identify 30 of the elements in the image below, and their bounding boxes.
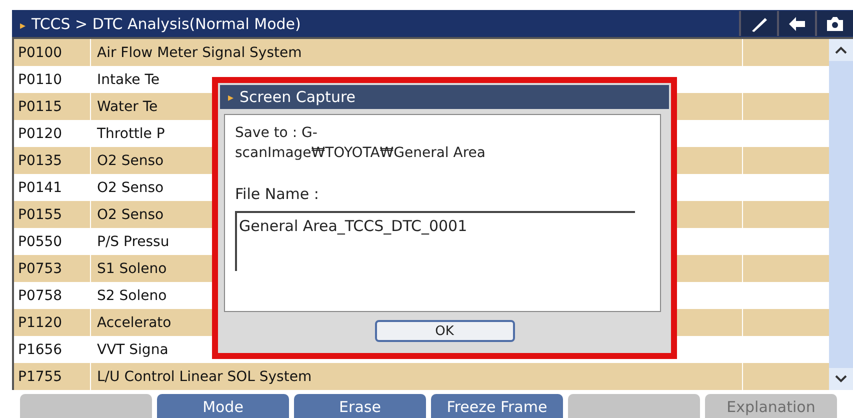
back-button[interactable] bbox=[777, 11, 815, 36]
camera-button[interactable] bbox=[815, 11, 853, 36]
table-row[interactable]: P0100 Air Flow Meter Signal System bbox=[14, 39, 829, 66]
scroll-up-button[interactable] bbox=[829, 39, 853, 61]
table-row[interactable]: P1755 L/U Control Linear SOL System bbox=[14, 363, 829, 390]
chevron-up-icon bbox=[835, 46, 847, 54]
screen-title: TCCS > DTC Analysis(Normal Mode) bbox=[32, 14, 301, 32]
scrollbar[interactable] bbox=[829, 39, 853, 390]
dtc-code: P1755 bbox=[14, 363, 91, 390]
dtc-code: P0753 bbox=[14, 255, 91, 282]
dtc-code: P0115 bbox=[14, 93, 91, 120]
dtc-description: Air Flow Meter Signal System bbox=[91, 39, 743, 66]
toolbar-button[interactable]: Erase bbox=[294, 394, 426, 418]
scroll-down-button[interactable] bbox=[829, 368, 853, 390]
dtc-description: L/U Control Linear SOL System bbox=[91, 363, 743, 390]
dtc-code: P0155 bbox=[14, 201, 91, 228]
ok-button[interactable]: OK bbox=[374, 320, 514, 342]
file-name-label: File Name : bbox=[235, 185, 320, 203]
pen-button[interactable] bbox=[739, 11, 777, 36]
marker-icon: ▸ bbox=[228, 90, 234, 104]
dtc-code: P1120 bbox=[14, 309, 91, 336]
chevron-down-icon bbox=[835, 375, 847, 383]
marker-icon: ▸ bbox=[20, 18, 26, 32]
toolbar-button[interactable]: Mode bbox=[157, 394, 289, 418]
back-arrow-icon bbox=[788, 16, 806, 32]
dtc-code: P0100 bbox=[14, 39, 91, 66]
toolbar-button[interactable]: Freeze Frame bbox=[431, 394, 563, 418]
camera-icon bbox=[826, 16, 844, 32]
file-name-field[interactable]: General Area_TCCS_DTC_0001 bbox=[235, 211, 635, 271]
dtc-code: P0135 bbox=[14, 147, 91, 174]
